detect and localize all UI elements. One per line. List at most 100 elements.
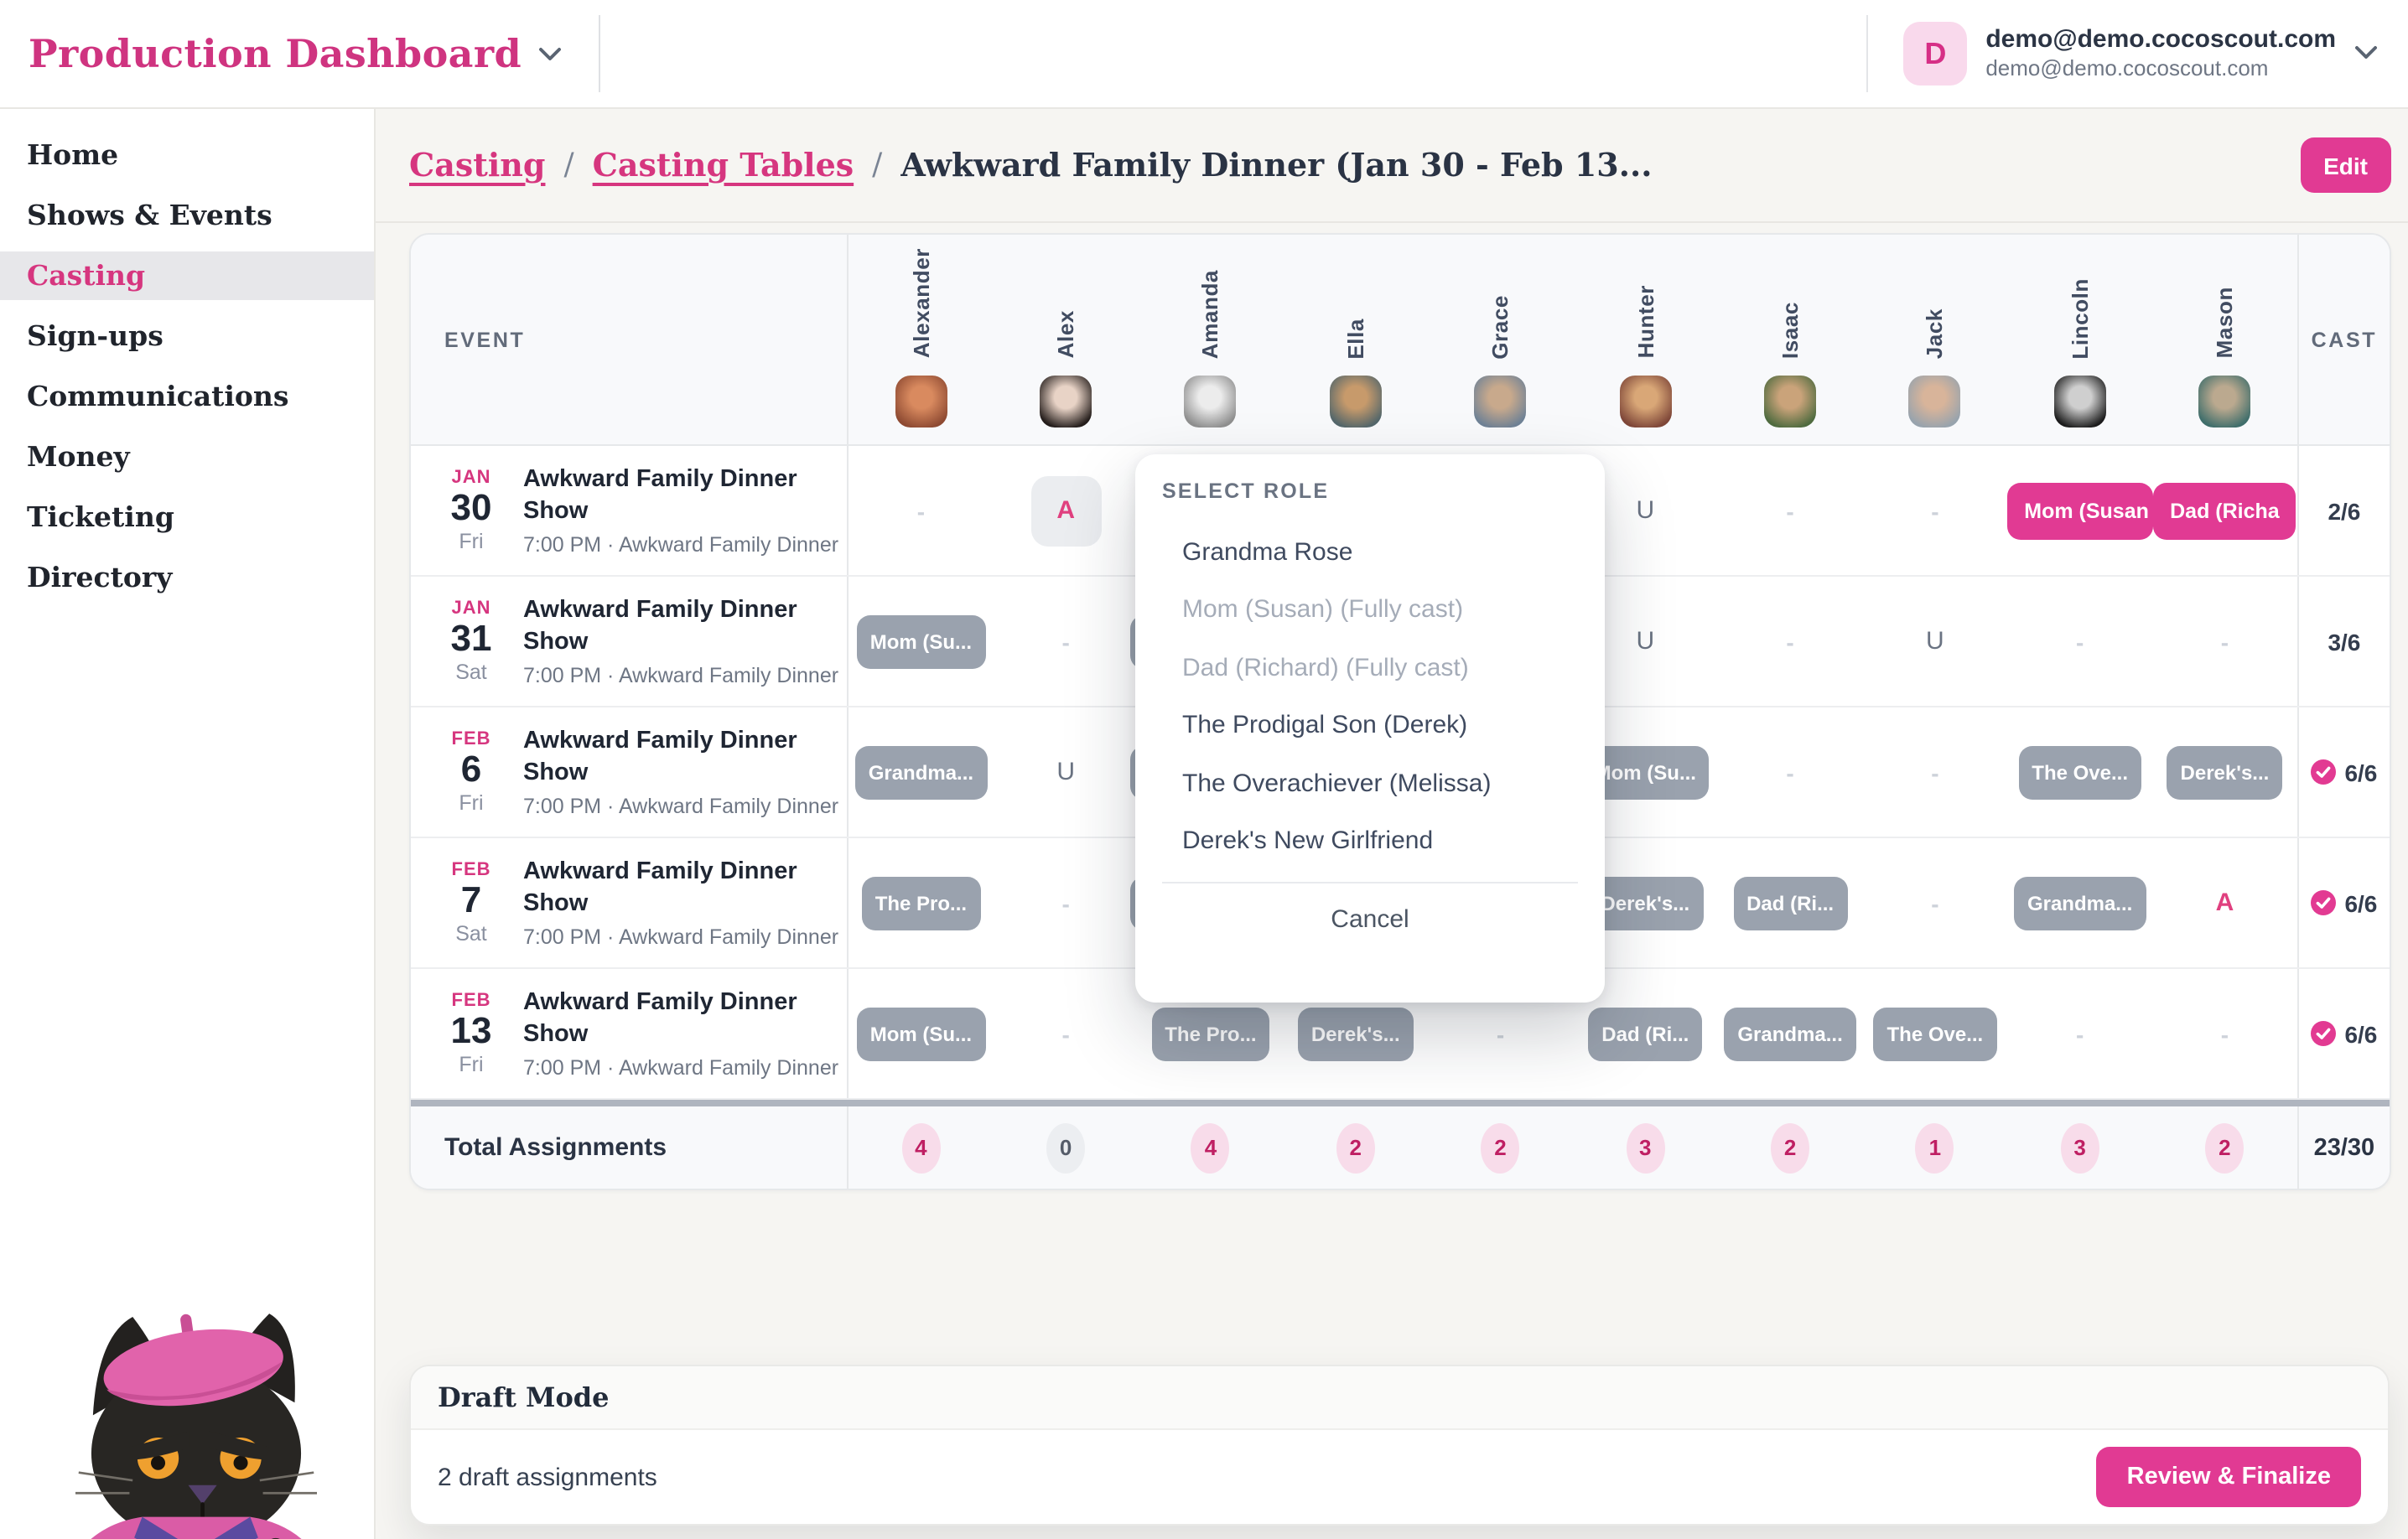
unavailable-marker: U xyxy=(1636,627,1654,656)
unassigned-dash: - xyxy=(1786,759,1793,785)
role-option[interactable]: Grandma Rose xyxy=(1162,523,1578,581)
performer-column-header[interactable]: Mason xyxy=(2152,235,2297,444)
assignment-cell[interactable]: - xyxy=(1718,446,1863,575)
unassigned-dash: - xyxy=(2221,1020,2229,1047)
performer-column-header[interactable]: Ella xyxy=(1283,235,1428,444)
assignment-cell[interactable]: - xyxy=(849,446,994,575)
review-finalize-button[interactable]: Review & Finalize xyxy=(2097,1447,2361,1507)
role-option[interactable]: Derek's New Girlfriend xyxy=(1162,812,1578,870)
assignment-cell[interactable]: Derek's... xyxy=(2152,707,2297,837)
role-chip[interactable]: Mom (Su... xyxy=(857,1007,985,1060)
sidebar-item-money[interactable]: Money xyxy=(0,433,374,481)
assignment-cell[interactable]: U xyxy=(1862,577,2007,706)
performer-column-header[interactable]: Isaac xyxy=(1718,235,1863,444)
sidebar-item-sign-ups[interactable]: Sign-ups xyxy=(0,312,374,360)
event-title: Awkward Family Dinner Show xyxy=(523,595,800,658)
assignment-cell[interactable]: The Ove... xyxy=(1862,969,2007,1098)
chevron-down-icon[interactable] xyxy=(2354,39,2378,69)
draft-role-chip[interactable]: Mom (Susan xyxy=(2007,482,2152,539)
select-role-popover: SELECT ROLE Grandma RoseMom (Susan) (Ful… xyxy=(1135,454,1605,1003)
sidebar-item-directory[interactable]: Directory xyxy=(0,553,374,602)
event-day: 7 xyxy=(441,881,501,921)
cast-column-header: CAST xyxy=(2297,235,2390,444)
total-badge: 0 xyxy=(1046,1122,1085,1173)
performer-column-header[interactable]: Alex xyxy=(994,235,1139,444)
role-chip[interactable]: The Ove... xyxy=(2018,745,2141,799)
assignment-cell[interactable]: - xyxy=(2152,969,2297,1098)
event-weekday: Fri xyxy=(441,1052,501,1075)
assignment-cell[interactable]: Mom (Susan xyxy=(2007,446,2152,575)
sidebar-item-home[interactable]: Home xyxy=(0,131,374,179)
draft-role-chip[interactable]: Dad (Richa xyxy=(2153,482,2296,539)
performer-column-header[interactable]: Hunter xyxy=(1573,235,1718,444)
breadcrumb-link-casting[interactable]: Casting xyxy=(409,147,545,184)
assignment-cell[interactable]: - xyxy=(994,969,1139,1098)
role-chip[interactable]: Derek's... xyxy=(1587,876,1703,930)
role-chip[interactable]: Derek's... xyxy=(1298,1007,1414,1060)
role-chip[interactable]: Grandma... xyxy=(855,745,987,799)
app-title[interactable]: Production Dashboard xyxy=(0,31,522,76)
total-badge: 1 xyxy=(1916,1122,1954,1173)
performer-name: Isaac xyxy=(1777,302,1803,359)
assignment-cell[interactable]: Mom (Su... xyxy=(849,969,994,1098)
role-chip[interactable]: Dad (Ri... xyxy=(1588,1007,1702,1060)
assignment-cell[interactable]: - xyxy=(2007,577,2152,706)
assignment-cell[interactable]: Grandma... xyxy=(1718,969,1863,1098)
assignment-cell[interactable]: A xyxy=(2152,838,2297,967)
assignment-cell[interactable]: U xyxy=(994,707,1139,837)
performer-name: Grace xyxy=(1488,294,1513,359)
sidebar-item-communications[interactable]: Communications xyxy=(0,372,374,421)
cancel-button[interactable]: Cancel xyxy=(1162,884,1578,954)
event-weekday: Fri xyxy=(441,529,501,552)
role-chip[interactable]: Grandma... xyxy=(2014,876,2146,930)
assignment-cell[interactable]: - xyxy=(2007,969,2152,1098)
assignment-cell[interactable]: - xyxy=(1718,707,1863,837)
performer-column-header[interactable]: Alexander xyxy=(849,235,994,444)
assignment-cell[interactable]: The Pro... xyxy=(849,838,994,967)
event-subtitle: 7:00 PM · Awkward Family Dinner xyxy=(523,925,838,949)
role-chip[interactable]: Derek's... xyxy=(2167,745,2283,799)
assignment-cell[interactable]: A xyxy=(994,446,1139,575)
role-chip[interactable]: The Pro... xyxy=(862,876,980,930)
role-option[interactable]: The Prodigal Son (Derek) xyxy=(1162,697,1578,754)
assignment-cell[interactable]: Dad (Ri... xyxy=(1718,838,1863,967)
cast-count-cell: 6/6 xyxy=(2297,707,2390,837)
role-chip[interactable]: The Pro... xyxy=(1151,1007,1269,1060)
role-chip[interactable]: The Ove... xyxy=(1874,1007,1997,1060)
unassigned-dash: - xyxy=(1062,628,1070,655)
chevron-down-icon[interactable] xyxy=(538,46,562,61)
assignment-cell[interactable]: - xyxy=(1862,446,2007,575)
assignment-cell[interactable]: Dad (Richa xyxy=(2152,446,2297,575)
edit-button[interactable]: Edit xyxy=(2300,137,2391,193)
cast-count-cell: 2/6 xyxy=(2297,446,2390,575)
assignment-cell[interactable]: - xyxy=(994,838,1139,967)
role-chip[interactable]: Dad (Ri... xyxy=(1733,876,1847,930)
assignment-cell[interactable]: Mom (Su... xyxy=(849,577,994,706)
assignment-cell[interactable]: - xyxy=(1862,838,2007,967)
header-divider xyxy=(599,15,600,92)
assignment-cell[interactable]: The Ove... xyxy=(2007,707,2152,837)
header-divider xyxy=(1866,15,1868,92)
assignment-cell[interactable]: - xyxy=(1862,707,2007,837)
performer-column-header[interactable]: Grace xyxy=(1428,235,1573,444)
role-chip[interactable]: Grandma... xyxy=(1724,1007,1855,1060)
role-chip[interactable]: Mom (Su... xyxy=(857,614,985,668)
sidebar-item-ticketing[interactable]: Ticketing xyxy=(0,493,374,542)
performer-column-header[interactable]: Lincoln xyxy=(2007,235,2152,444)
user-menu[interactable]: D demo@demo.cocoscout.com demo@demo.coco… xyxy=(1866,15,2408,92)
assignment-cell[interactable]: Grandma... xyxy=(2007,838,2152,967)
assignment-cell[interactable]: - xyxy=(994,577,1139,706)
assignment-cell[interactable]: Grandma... xyxy=(849,707,994,837)
totals-cell: 0 xyxy=(994,1106,1139,1189)
assignment-cell[interactable]: - xyxy=(1718,577,1863,706)
performer-column-header[interactable]: Amanda xyxy=(1139,235,1284,444)
breadcrumb-separator: / xyxy=(872,148,882,183)
role-option[interactable]: The Overachiever (Melissa) xyxy=(1162,754,1578,812)
unavailable-marker: U xyxy=(1056,758,1075,786)
sidebar-item-shows-events[interactable]: Shows & Events xyxy=(0,191,374,240)
event-title: Awkward Family Dinner Show xyxy=(523,464,800,527)
breadcrumb-link-casting-tables[interactable]: Casting Tables xyxy=(593,147,854,184)
sidebar-item-casting[interactable]: Casting xyxy=(0,251,374,300)
performer-column-header[interactable]: Jack xyxy=(1862,235,2007,444)
assignment-cell[interactable]: - xyxy=(2152,577,2297,706)
